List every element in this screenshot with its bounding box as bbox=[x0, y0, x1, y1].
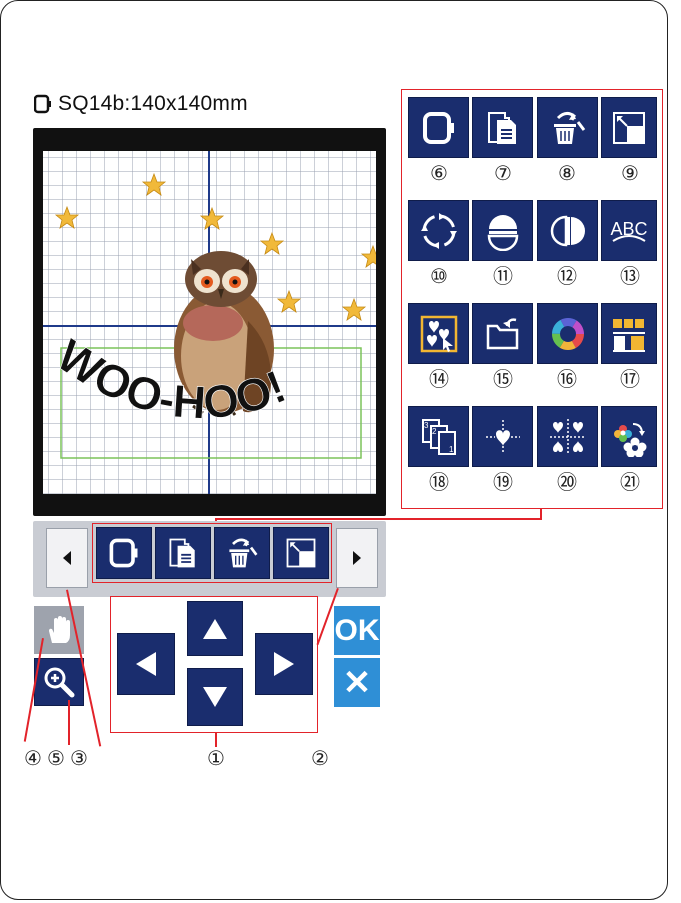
move-down-button[interactable] bbox=[187, 668, 243, 726]
callout-3: ③ bbox=[70, 748, 88, 770]
strip-hoop-select-button[interactable] bbox=[96, 527, 152, 579]
corner-layout-icon bbox=[549, 418, 586, 455]
hoop-title: SQ14b:140x140mm bbox=[34, 89, 248, 119]
strip-delete-button[interactable] bbox=[214, 527, 270, 579]
copy-button[interactable] bbox=[472, 97, 533, 158]
arc-text-button[interactable]: ABC bbox=[601, 200, 657, 261]
callout-18: ⑱ bbox=[429, 472, 449, 494]
color-group-button[interactable] bbox=[601, 303, 657, 364]
move-right-button[interactable] bbox=[255, 633, 313, 695]
hoop-select-button[interactable] bbox=[408, 97, 469, 158]
hand-icon bbox=[49, 616, 70, 643]
center-button[interactable] bbox=[472, 406, 533, 467]
callout-8: ⑧ bbox=[558, 163, 576, 185]
scroll-right-button[interactable] bbox=[336, 528, 378, 588]
copy-icon bbox=[169, 538, 195, 568]
callout-10: ⑩ bbox=[430, 266, 448, 288]
svg-text:3: 3 bbox=[424, 421, 429, 430]
hoop-size-label: SQ14b:140x140mm bbox=[58, 92, 248, 115]
callout-12: ⑫ bbox=[557, 266, 577, 288]
stitch-order-button[interactable]: 3 2 1 bbox=[408, 406, 469, 467]
grid-canvas: WOO-HOO! bbox=[43, 151, 386, 494]
zoom-button[interactable] bbox=[34, 658, 84, 706]
delete-icon bbox=[229, 538, 258, 568]
scroll-left-button[interactable] bbox=[46, 528, 88, 588]
callout-line-1 bbox=[215, 733, 217, 747]
callout-6: ⑥ bbox=[430, 163, 448, 185]
connector-line bbox=[215, 518, 542, 520]
strip-resize-button[interactable] bbox=[273, 527, 329, 579]
callout-9: ⑨ bbox=[621, 163, 639, 185]
cancel-button[interactable]: ✕ bbox=[334, 658, 380, 707]
callout-2: ② bbox=[311, 748, 329, 770]
flip-vertical-button[interactable] bbox=[472, 200, 533, 261]
move-up-button[interactable] bbox=[187, 601, 243, 656]
hoop-icon bbox=[34, 94, 51, 114]
rotate-button[interactable] bbox=[408, 200, 469, 261]
resize-button[interactable] bbox=[601, 97, 657, 158]
delete-button[interactable] bbox=[537, 97, 598, 158]
group-select-icon bbox=[420, 315, 457, 352]
resize-icon bbox=[613, 111, 645, 144]
callout-16: ⑯ bbox=[557, 369, 577, 391]
corner-layout-button[interactable] bbox=[537, 406, 598, 467]
callout-17: ⑰ bbox=[620, 369, 640, 391]
hoop-select-icon bbox=[109, 538, 138, 568]
order-icon: 3 2 1 bbox=[421, 418, 456, 455]
color-group-icon bbox=[613, 318, 645, 352]
callout-13: ⑬ bbox=[620, 266, 640, 288]
callout-11: ⑪ bbox=[493, 266, 513, 288]
svg-text:1: 1 bbox=[449, 445, 454, 454]
rotate-icon bbox=[420, 212, 457, 249]
copy-icon bbox=[487, 111, 516, 144]
zoom-in-icon bbox=[44, 667, 75, 698]
flip-horizontal-button[interactable] bbox=[537, 200, 598, 261]
color-change-button[interactable] bbox=[601, 406, 657, 467]
arrow-right-icon bbox=[274, 652, 294, 676]
callout-21: ㉑ bbox=[620, 472, 640, 494]
ok-button[interactable]: OK bbox=[334, 606, 380, 655]
callout-7: ⑦ bbox=[494, 163, 512, 185]
resize-icon bbox=[286, 538, 316, 568]
edit-screen: WOO-HOO! bbox=[33, 128, 386, 516]
svg-text:2: 2 bbox=[432, 427, 437, 436]
hoop-select-icon bbox=[422, 111, 454, 144]
center-icon bbox=[485, 419, 520, 454]
arrow-left-icon bbox=[136, 652, 156, 676]
group-select-button[interactable] bbox=[408, 303, 469, 364]
flip-horizontal-icon bbox=[550, 215, 585, 246]
callout-19: ⑲ bbox=[493, 472, 513, 494]
triangle-left-icon bbox=[63, 551, 71, 565]
color-wheel-icon bbox=[551, 317, 584, 350]
callout-1: ① bbox=[207, 748, 225, 770]
color-change-icon bbox=[614, 422, 647, 457]
callout-20: ⑳ bbox=[557, 472, 577, 494]
strip-copy-button[interactable] bbox=[155, 527, 211, 579]
move-left-button[interactable] bbox=[117, 633, 175, 695]
triangle-right-icon bbox=[353, 551, 361, 565]
arc-text-icon: ABC bbox=[610, 219, 648, 242]
color-wheel-button[interactable] bbox=[537, 303, 598, 364]
stitch-canvas[interactable]: WOO-HOO! bbox=[43, 151, 386, 494]
callout-15: ⑮ bbox=[493, 369, 513, 391]
callout-14: ⑭ bbox=[429, 369, 449, 391]
arrow-up-icon bbox=[203, 618, 227, 639]
layout-button[interactable] bbox=[472, 303, 533, 364]
callout-line-5 bbox=[68, 700, 70, 745]
layout-icon bbox=[486, 317, 518, 349]
delete-icon bbox=[553, 111, 585, 144]
flip-vertical-icon bbox=[487, 214, 518, 251]
arrow-down-icon bbox=[203, 687, 227, 707]
